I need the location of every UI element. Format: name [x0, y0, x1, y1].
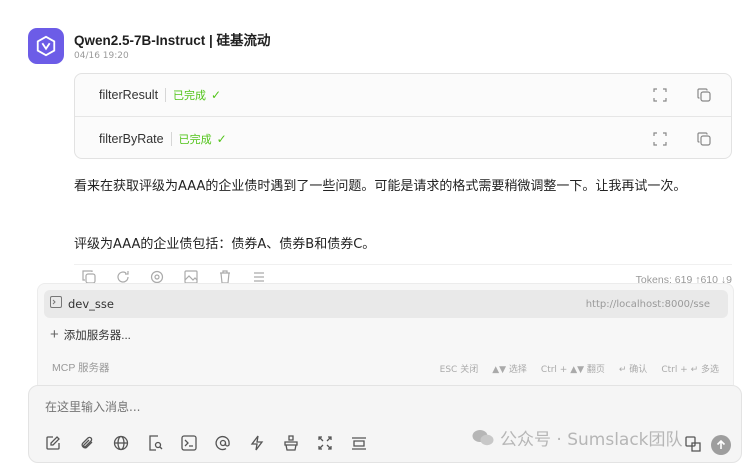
message-actions — [82, 270, 266, 284]
message-paragraph: 评级为AAA的企业债包括：债券A、债券B和债券C。 — [74, 237, 376, 252]
expand-icon[interactable] — [653, 131, 667, 146]
image-icon[interactable] — [184, 270, 198, 284]
edit-icon[interactable] — [45, 435, 61, 451]
divider — [165, 88, 167, 102]
mention-icon[interactable] — [150, 270, 164, 284]
at-icon[interactable] — [215, 435, 231, 451]
translate-icon[interactable] — [685, 436, 701, 452]
hint: ESC 关闭 — [439, 365, 479, 375]
copy-icon[interactable] — [697, 131, 711, 146]
terminal-icon — [50, 295, 62, 313]
send-button[interactable] — [711, 435, 731, 455]
message-input-area — [28, 385, 742, 463]
arrow-up-icon — [716, 440, 726, 449]
mcp-server-panel: dev_sse http://localhost:8000/sse + 添加服务… — [37, 283, 734, 385]
copy-icon[interactable] — [697, 88, 711, 102]
more-icon[interactable] — [351, 435, 367, 451]
message-paragraph: 看来在获取评级为AAA的企业债时遇到了一些问题。可能是请求的格式需要稍微调整一下… — [74, 179, 687, 194]
clean-icon[interactable] — [283, 435, 299, 451]
search-doc-icon[interactable] — [147, 435, 163, 451]
copy-icon[interactable] — [82, 270, 96, 284]
mcp-panel-title: MCP 服务器 — [52, 362, 110, 374]
globe-icon[interactable] — [113, 435, 129, 451]
tool-call-status: 已完成 ✓ — [179, 131, 227, 147]
tool-call-name: filterByRate — [99, 131, 164, 146]
fullscreen-icon[interactable] — [317, 435, 333, 451]
plus-icon: + — [50, 326, 59, 343]
model-name: Qwen2.5-7B-Instruct | 硅基流动 — [74, 33, 271, 48]
tool-calls-box: filterResult 已完成 ✓ filterByRate 已完成 ✓ — [74, 73, 732, 159]
model-avatar — [28, 28, 64, 64]
divider — [170, 131, 172, 146]
message-input[interactable] — [45, 400, 445, 414]
tool-call-name: filterResult — [99, 88, 159, 102]
watermark-text: 公众号 · Sumslack团队 — [500, 430, 683, 450]
hint: Ctrl + ↵ 多选 — [661, 365, 719, 375]
input-toolbar — [45, 435, 367, 451]
message-timestamp: 04/16 19:20 — [74, 51, 129, 61]
hint: Ctrl + ▲▼ 翻页 — [540, 365, 605, 375]
status-label: 已完成 — [178, 132, 212, 146]
add-server-label: 添加服务器... — [63, 329, 131, 342]
tool-call-status: 已完成 ✓ — [173, 87, 221, 103]
expand-icon[interactable] — [653, 88, 667, 102]
mcp-server-url: http://localhost:8000/sse — [585, 298, 710, 310]
flash-icon[interactable] — [249, 435, 265, 451]
mcp-server-name: dev_sse — [68, 297, 114, 311]
mcp-server-item[interactable]: dev_sse http://localhost:8000/sse — [44, 290, 728, 318]
watermark: 公众号 · Sumslack团队 — [472, 425, 683, 450]
refresh-icon[interactable] — [116, 270, 130, 284]
hint: ↵ 确认 — [618, 365, 648, 375]
check-icon: ✓ — [211, 88, 222, 102]
check-icon: ✓ — [216, 131, 227, 146]
keyboard-hints: ESC 关闭 ▲▼ 选择 Ctrl + ▲▼ 翻页 ↵ 确认 Ctrl + ↵ … — [440, 362, 719, 375]
terminal-icon[interactable] — [181, 435, 197, 451]
delete-icon[interactable] — [218, 270, 232, 284]
qwen-logo-icon — [36, 35, 56, 57]
add-server-button[interactable]: + 添加服务器... — [50, 326, 131, 343]
menu-icon[interactable] — [252, 270, 266, 284]
hint: ▲▼ 选择 — [492, 365, 527, 375]
status-label: 已完成 — [173, 89, 207, 102]
attachment-icon[interactable] — [79, 435, 95, 451]
divider — [74, 264, 732, 265]
wechat-icon — [472, 429, 494, 445]
tool-call-row[interactable]: filterByRate 已完成 ✓ — [75, 117, 731, 160]
tool-call-row[interactable]: filterResult 已完成 ✓ — [75, 74, 731, 117]
